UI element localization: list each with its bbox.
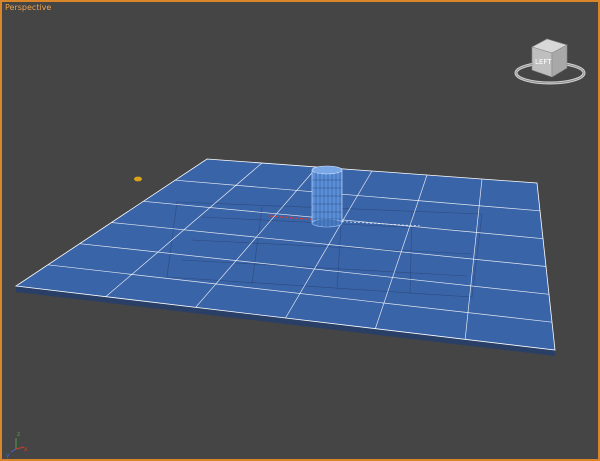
perspective-viewport[interactable]: LEFT z x y Perspective bbox=[0, 0, 600, 461]
view-cube-face-label: LEFT bbox=[535, 58, 552, 66]
axis-tripod-z-label: z bbox=[17, 431, 20, 438]
axis-tripod-y-label: y bbox=[6, 452, 10, 459]
helper-object[interactable] bbox=[134, 176, 142, 182]
axis-tripod-x-label: x bbox=[24, 446, 28, 453]
scene-canvas[interactable]: LEFT z x y bbox=[2, 2, 600, 461]
view-cube[interactable]: LEFT bbox=[514, 38, 586, 85]
cylinder-object[interactable] bbox=[311, 165, 343, 228]
viewport-label[interactable]: Perspective bbox=[5, 3, 51, 13]
axis-tripod: z x y bbox=[6, 431, 28, 459]
